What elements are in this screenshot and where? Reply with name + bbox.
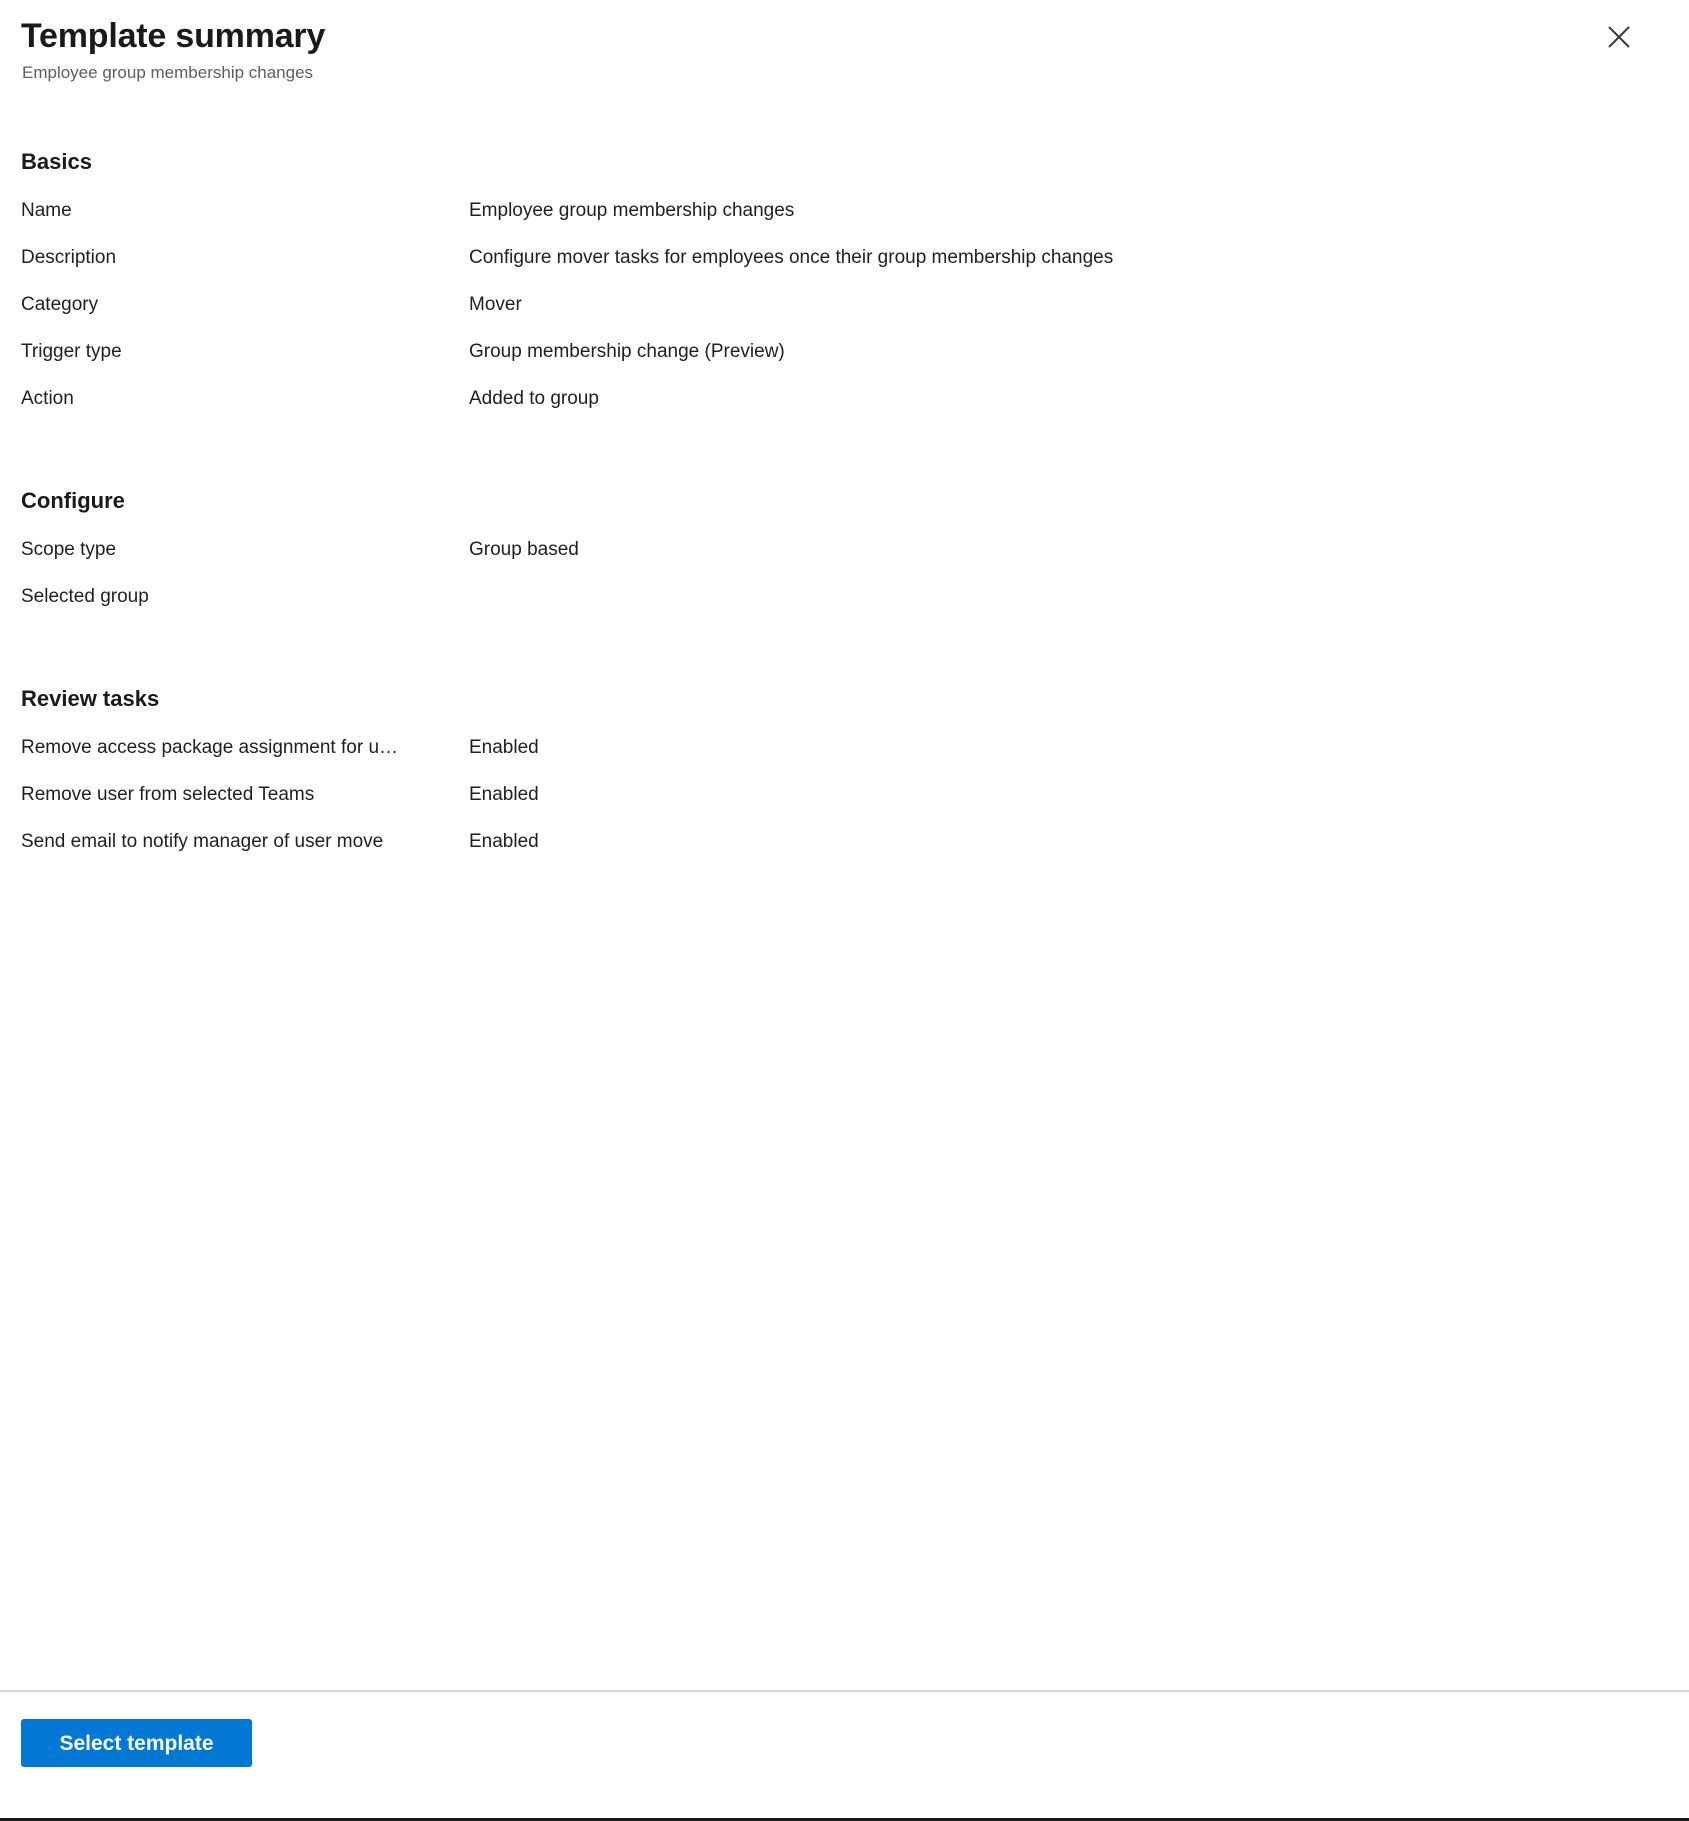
row-value: Configure mover tasks for employees once… <box>469 247 1114 268</box>
close-icon <box>1606 24 1632 50</box>
section-configure: Configure Scope type Group based Selecte… <box>21 433 1665 631</box>
summary-row: Category Mover <box>21 292 1665 339</box>
row-label: Trigger type <box>21 341 122 362</box>
panel-header: Template summary Employee group membersh… <box>0 0 1689 86</box>
summary-row: Trigger type Group membership change (Pr… <box>21 339 1665 386</box>
row-value: Enabled <box>469 784 539 805</box>
section-title-review-tasks: Review tasks <box>21 686 160 711</box>
page-title: Template summary <box>21 17 326 55</box>
row-value: Enabled <box>469 831 539 852</box>
row-value: Mover <box>469 294 522 315</box>
summary-row: Name Employee group membership changes <box>21 198 1665 245</box>
section-title-basics: Basics <box>21 149 92 174</box>
row-value: Enabled <box>469 737 539 758</box>
row-label: Remove access package assignment for u… <box>21 737 399 758</box>
section-review-tasks: Review tasks Remove access package assig… <box>21 631 1665 876</box>
row-label: Selected group <box>21 586 149 607</box>
select-template-button[interactable]: Select template <box>21 1719 252 1767</box>
row-label: Category <box>21 294 99 315</box>
row-label: Scope type <box>21 539 117 560</box>
panel-footer: Select template <box>0 1690 1689 1818</box>
row-label: Send email to notify manager of user mov… <box>21 831 384 852</box>
row-label: Action <box>21 388 74 409</box>
summary-row: Remove access package assignment for u… … <box>21 735 1665 782</box>
row-label: Remove user from selected Teams <box>21 784 315 805</box>
configure-rows: Scope type Group based Selected group <box>21 537 1665 631</box>
summary-row: Selected group <box>21 584 1665 631</box>
page-subtitle: Employee group membership changes <box>22 63 314 82</box>
summary-row: Send email to notify manager of user mov… <box>21 829 1665 876</box>
row-value: Group based <box>469 539 579 560</box>
panel-body: Basics Name Employee group membership ch… <box>0 86 1689 1690</box>
row-value: Added to group <box>469 388 599 409</box>
basics-rows: Name Employee group membership changes D… <box>21 198 1665 433</box>
row-value: Employee group membership changes <box>469 200 795 221</box>
summary-row: Remove user from selected Teams Enabled <box>21 782 1665 829</box>
summary-row: Description Configure mover tasks for em… <box>21 245 1665 292</box>
section-basics: Basics Name Employee group membership ch… <box>21 86 1665 433</box>
row-value: Group membership change (Preview) <box>469 341 785 362</box>
template-summary-panel: Template summary Employee group membersh… <box>0 0 1689 1818</box>
section-title-configure: Configure <box>21 488 125 513</box>
summary-row: Scope type Group based <box>21 537 1665 584</box>
row-label: Name <box>21 200 72 221</box>
row-label: Description <box>21 247 117 268</box>
summary-row: Action Added to group <box>21 386 1665 433</box>
close-button[interactable] <box>1594 12 1644 62</box>
review-tasks-rows: Remove access package assignment for u… … <box>21 735 1665 876</box>
